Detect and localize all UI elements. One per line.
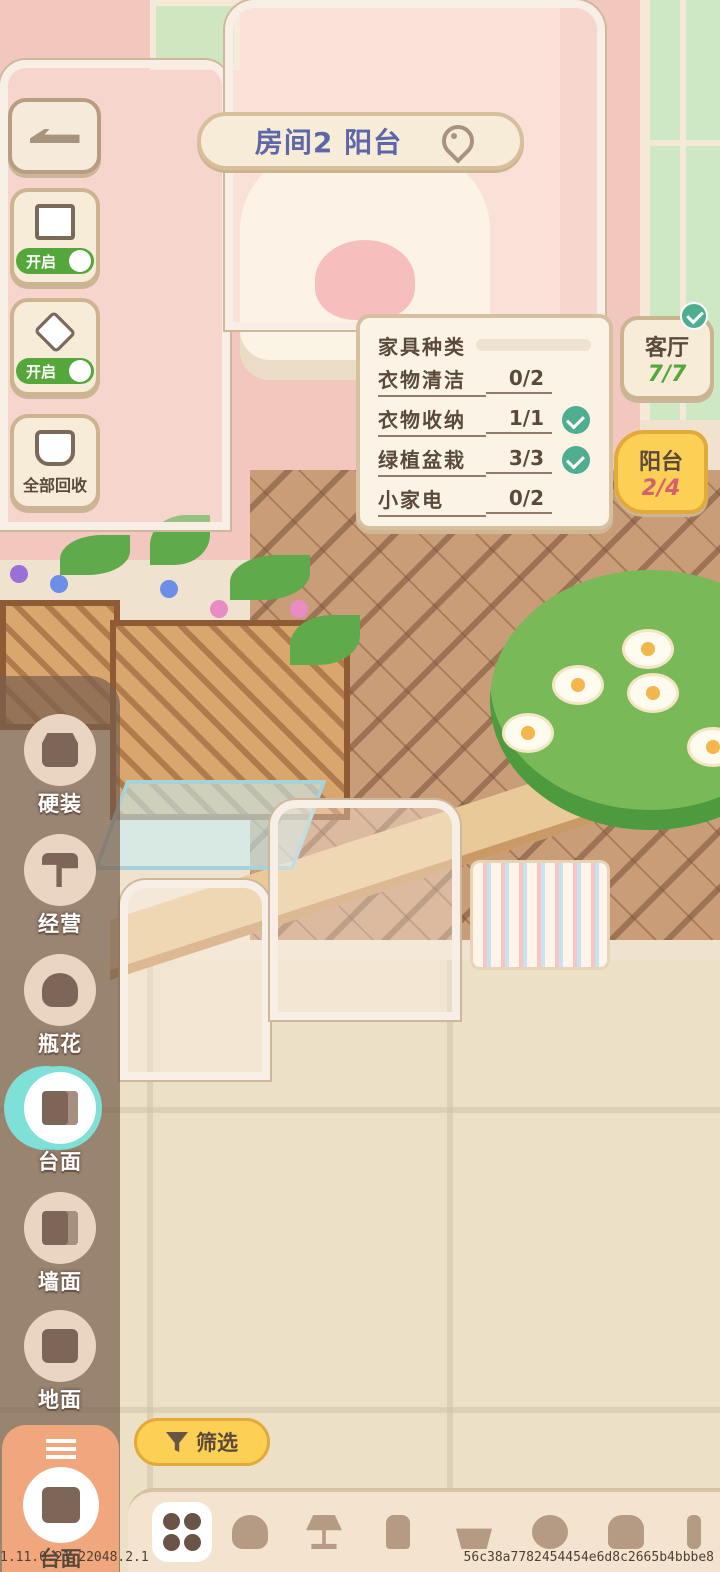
counter-icon — [42, 1091, 78, 1125]
teapot-icon — [608, 1515, 644, 1549]
tab-bottles[interactable] — [368, 1502, 428, 1562]
tab-all[interactable] — [152, 1502, 212, 1562]
furniture-row-name: 衣物清洁 — [378, 364, 486, 397]
tab-toys[interactable] — [220, 1502, 280, 1562]
toggle-label: 开启 — [26, 252, 57, 271]
rail-item-vase[interactable]: 瓶花 — [14, 954, 106, 1058]
daisy-flower — [555, 668, 601, 702]
rail-item-label: 硬装 — [38, 792, 82, 816]
rail-item-hardware[interactable]: 硬装 — [14, 714, 106, 818]
furniture-row: 衣物清洁 0/2 — [378, 360, 591, 400]
filter-button[interactable]: 筛选 — [134, 1418, 270, 1466]
rail-item-label: 瓶花 — [38, 1032, 82, 1056]
roller-icon — [42, 853, 78, 887]
daisy-flower — [625, 632, 671, 666]
daisy-flower — [630, 676, 676, 710]
rail-item-wall[interactable]: 墙面 — [14, 1192, 106, 1296]
room-tab-name: 阳台 — [638, 449, 683, 475]
panel-title: 家具种类 — [378, 334, 466, 359]
daisy-flower — [505, 716, 551, 750]
check-icon — [562, 406, 590, 434]
cube-icon — [33, 310, 77, 354]
furniture-row: 衣物收纳 1/1 — [378, 400, 591, 440]
rail-item-business[interactable]: 经营 — [14, 834, 106, 938]
back-button[interactable] — [8, 98, 101, 174]
rail-item-floor[interactable]: 地面 — [14, 1310, 106, 1414]
location-pin-icon[interactable] — [442, 125, 466, 157]
furniture-row: 小家电 0/2 — [378, 480, 591, 520]
filter-icon — [166, 1432, 188, 1452]
recycle-all-label: 全部回收 — [22, 476, 87, 495]
rail-item-label: 台面 — [38, 1150, 82, 1174]
lamp-icon — [306, 1515, 342, 1549]
laundry-bag-furniture[interactable] — [470, 860, 610, 970]
room-tab-progress: 7/7 — [647, 361, 687, 387]
furniture-row-name: 衣物收纳 — [378, 404, 486, 437]
basket-icon — [35, 430, 75, 466]
plant-greenery — [0, 505, 380, 685]
furniture-row-name: 绿植盆栽 — [378, 444, 486, 477]
grid-icon — [163, 1513, 201, 1551]
glass-railing — [120, 880, 270, 1080]
bottle-icon — [386, 1515, 410, 1549]
list-icon — [45, 1439, 76, 1459]
object-visibility-card[interactable]: 开启 — [10, 298, 100, 396]
sofa-icon — [42, 1329, 78, 1363]
complete-check-icon — [680, 302, 708, 330]
glass-railing — [270, 800, 460, 1020]
furniture-row-name: 小家电 — [378, 484, 486, 517]
build-version: 1.11.0.21.22048.2.1 — [0, 1550, 149, 1565]
object-toggle[interactable]: 开启 — [16, 358, 94, 384]
room-tab-balcony[interactable]: 阳台 2/4 — [614, 430, 708, 514]
wall-shelf-icon — [42, 1211, 78, 1245]
back-arrow-icon — [29, 129, 80, 143]
vase-icon — [42, 973, 78, 1007]
rail-item-label: 经营 — [38, 912, 82, 936]
room-title-bar[interactable]: 房间2 阳台 — [197, 112, 524, 170]
check-icon — [562, 446, 590, 474]
wall-visibility-card[interactable]: 开启 — [10, 188, 100, 286]
teddy-bear-icon — [232, 1515, 268, 1549]
furniture-row-count: 3/3 — [486, 446, 552, 474]
recycle-all-button[interactable]: 全部回收 — [10, 414, 100, 510]
tab-lamps[interactable] — [294, 1502, 354, 1562]
rail-item-label: 地面 — [38, 1388, 82, 1412]
room-tab-name: 客厅 — [644, 335, 689, 361]
room-tab-progress: 2/4 — [641, 475, 681, 501]
build-hash: 56c38a7782454454e6d8c2665b4bbbe8 — [463, 1550, 714, 1565]
rail-item-label: 墙面 — [38, 1270, 82, 1294]
wall-icon — [35, 204, 75, 240]
furniture-type-panel: 家具种类 衣物清洁 0/2 衣物收纳 1/1 绿植盆栽 3/3 小家电 0/2 — [356, 314, 613, 530]
pig-icon — [532, 1515, 568, 1549]
filter-label: 筛选 — [196, 1431, 238, 1455]
room-title: 房间2 阳台 — [254, 126, 403, 159]
furniture-row: 绿植盆栽 3/3 — [378, 440, 591, 480]
wall-toggle[interactable]: 开启 — [16, 248, 94, 274]
panel-title-bar — [476, 339, 591, 351]
toggle-label: 开启 — [26, 362, 57, 381]
furniture-row-count: 0/2 — [486, 366, 552, 394]
furniture-row-count: 0/2 — [486, 486, 552, 514]
shop-icon — [42, 733, 78, 767]
rail-item-countertop[interactable]: 台面 — [14, 1072, 106, 1176]
furniture-row-count: 1/1 — [486, 406, 552, 434]
plant-pot-icon — [456, 1528, 492, 1549]
cactus-icon — [687, 1515, 701, 1549]
counter-icon — [41, 1487, 80, 1523]
